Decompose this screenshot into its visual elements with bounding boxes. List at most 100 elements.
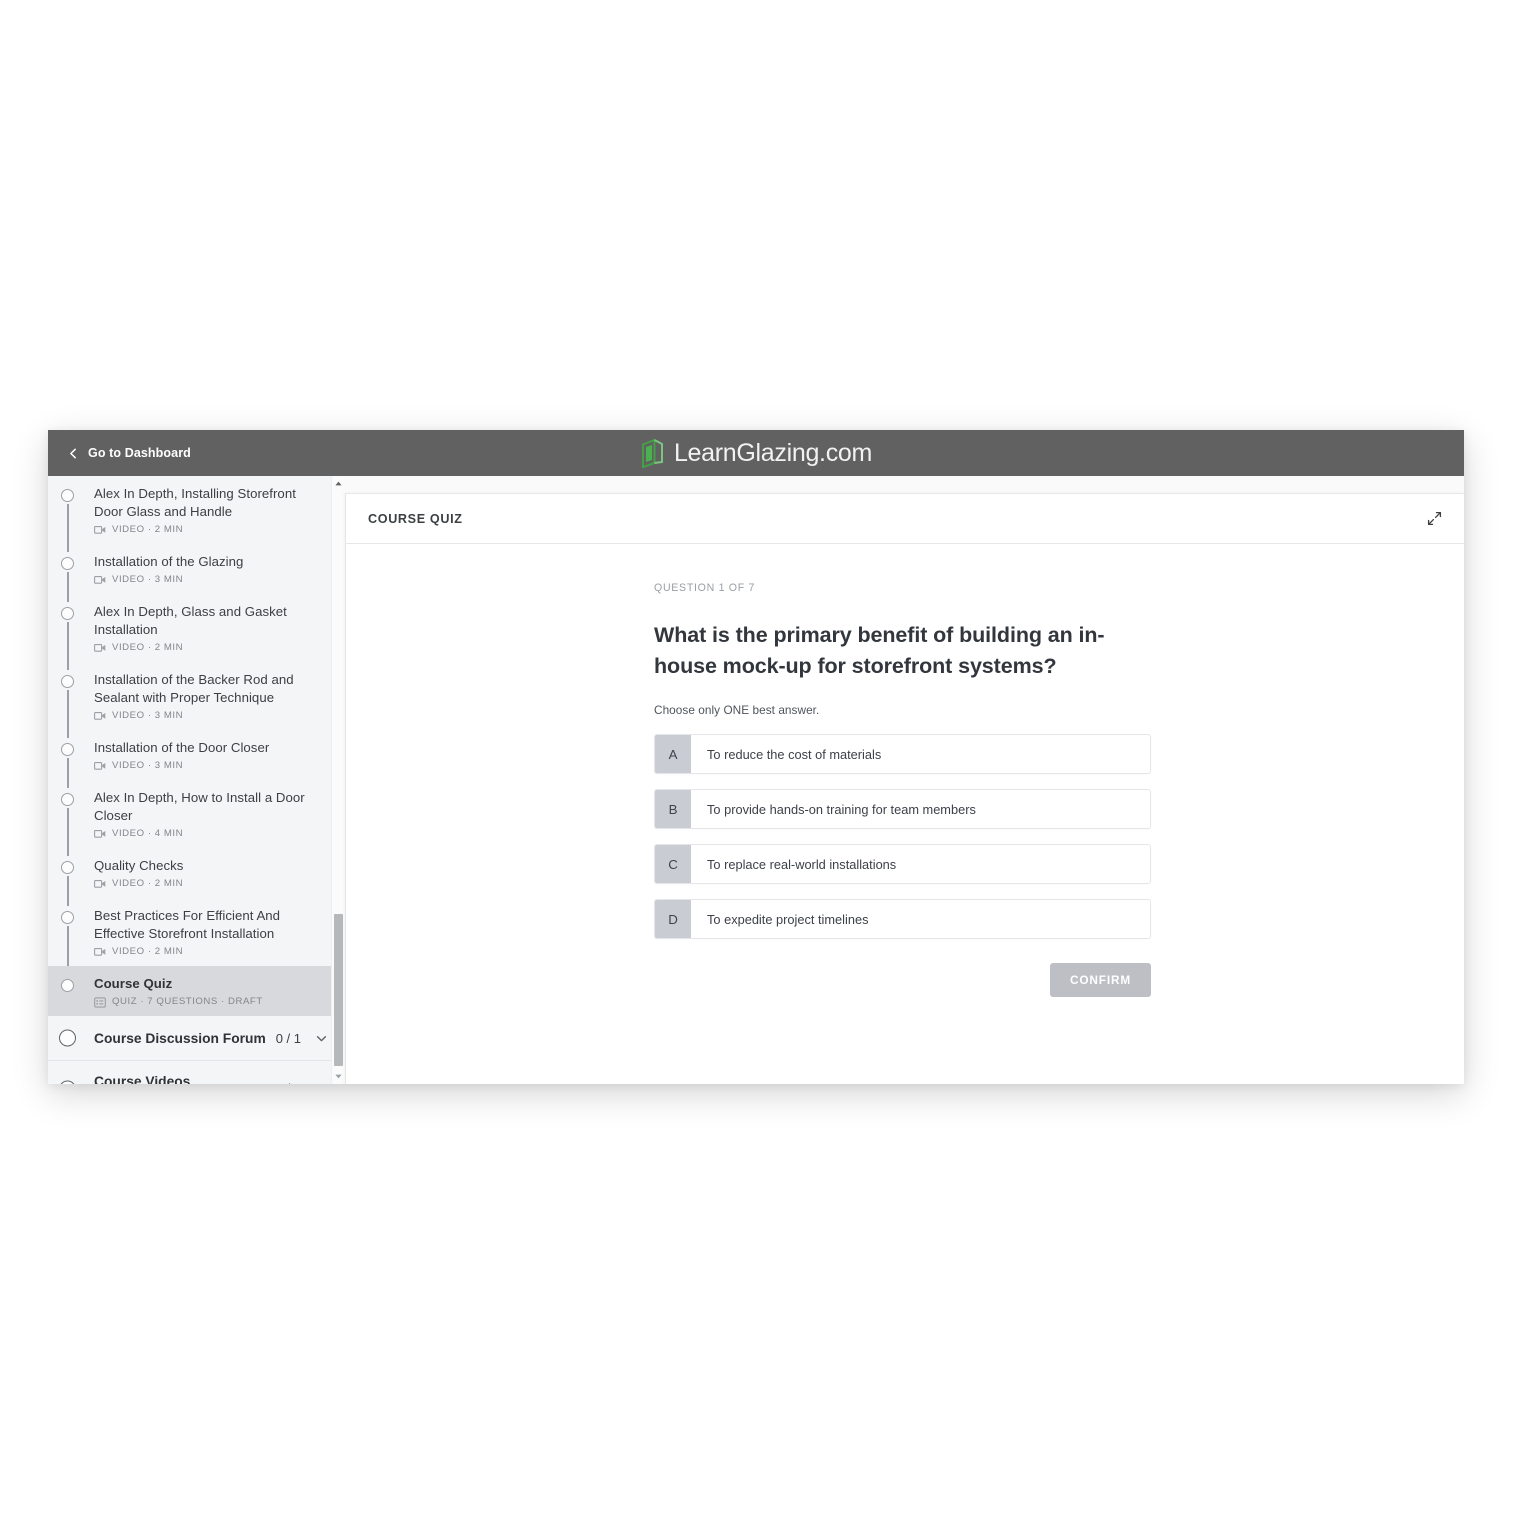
brand-text: LearnGlazing.com xyxy=(673,438,873,467)
scroll-up-arrow-icon[interactable] xyxy=(332,477,344,490)
top-bar: Go to Dashboard LearnGlazing.com xyxy=(48,430,1464,476)
lesson-meta: VIDEO · 2 MIN xyxy=(94,524,328,535)
scrollbar-thumb[interactable] xyxy=(334,914,343,1066)
answer-option-d[interactable]: D To expedite project timelines xyxy=(654,899,1151,939)
video-icon xyxy=(94,643,106,653)
expand-fullscreen-icon[interactable] xyxy=(1424,509,1444,529)
list-item[interactable]: Installation of the Door Closer VIDEO · … xyxy=(48,730,344,788)
progress-circle-icon xyxy=(61,675,74,688)
question-hint: Choose only ONE best answer. xyxy=(654,703,820,717)
question-counter: QUESTION 1 OF 7 xyxy=(654,582,756,594)
chevron-down-icon[interactable] xyxy=(315,1082,328,1084)
screenshot-root: Go to Dashboard LearnGlazing.com Alex In… xyxy=(0,0,1520,1520)
video-icon xyxy=(94,829,106,839)
quiz-content: QUESTION 1 OF 7 What is the primary bene… xyxy=(654,582,1151,997)
list-item[interactable]: Alex In Depth, Installing Storefront Doo… xyxy=(48,476,344,552)
lesson-title: Installation of the Glazing xyxy=(94,554,244,569)
progress-circle-icon xyxy=(61,861,74,874)
sidebar-item-course-videos[interactable]: Course Videos DRAFT 0 / 0 xyxy=(48,1060,344,1084)
quiz-icon xyxy=(94,996,106,1008)
lesson-title: Course Quiz xyxy=(94,976,173,991)
answer-letter-badge: B xyxy=(655,790,691,828)
video-icon xyxy=(94,879,106,889)
progress-circle-icon xyxy=(61,979,74,992)
go-to-dashboard-label: Go to Dashboard xyxy=(88,446,191,460)
progress-circle-icon xyxy=(61,743,74,756)
lesson-title: Alex In Depth, Installing Storefront Doo… xyxy=(94,486,296,519)
chevron-left-icon xyxy=(68,448,79,459)
lesson-title: Installation of the Door Closer xyxy=(94,740,270,755)
scroll-down-arrow-icon[interactable] xyxy=(332,1070,344,1083)
progress-circle-icon xyxy=(61,489,74,502)
go-to-dashboard-link[interactable]: Go to Dashboard xyxy=(68,446,191,460)
section-title: Course Videos xyxy=(94,1074,191,1084)
section-title: Course Discussion Forum xyxy=(94,1030,266,1046)
lesson-meta: VIDEO · 4 MIN xyxy=(94,828,328,839)
answer-text: To provide hands-on training for team me… xyxy=(707,801,976,817)
lesson-meta-text: VIDEO · 4 MIN xyxy=(112,828,184,839)
page-title: COURSE QUIZ xyxy=(368,511,463,526)
list-item[interactable]: Alex In Depth, How to Install a Door Clo… xyxy=(48,780,344,856)
lesson-title: Quality Checks xyxy=(94,858,184,873)
lesson-title: Alex In Depth, Glass and Gasket Installa… xyxy=(94,604,287,637)
lesson-title: Alex In Depth, How to Install a Door Clo… xyxy=(94,790,305,823)
app-window: Go to Dashboard LearnGlazing.com Alex In… xyxy=(48,430,1464,1084)
lesson-meta: VIDEO · 3 MIN xyxy=(94,710,328,721)
video-icon xyxy=(94,761,106,771)
video-icon xyxy=(94,575,106,585)
question-text: What is the primary benefit of building … xyxy=(654,623,1105,678)
sidebar-item-course-quiz[interactable]: Course Quiz QUIZ · 7 QUESTIONS · DRAFT xyxy=(48,966,344,1016)
lesson-meta-text: VIDEO · 3 MIN xyxy=(112,760,184,771)
quiz-body: QUESTION 1 OF 7 What is the primary bene… xyxy=(346,544,1464,997)
video-icon xyxy=(94,525,106,535)
answer-letter-badge: C xyxy=(655,845,691,883)
answer-letter-badge: D xyxy=(655,900,691,938)
course-outline-sidebar: Alex In Depth, Installing Storefront Doo… xyxy=(48,476,344,1084)
section-progress-count: 0 / 1 xyxy=(275,1030,301,1046)
progress-circle-icon xyxy=(61,911,74,924)
lesson-meta: VIDEO · 3 MIN xyxy=(94,574,328,585)
window-body: Alex In Depth, Installing Storefront Doo… xyxy=(48,476,1464,1084)
answer-option-b[interactable]: B To provide hands-on training for team … xyxy=(654,789,1151,829)
panel-header: COURSE QUIZ xyxy=(346,494,1464,544)
learnglazing-logo-icon xyxy=(640,438,665,468)
lesson-meta: VIDEO · 2 MIN xyxy=(94,642,328,653)
progress-circle-icon xyxy=(61,557,74,570)
quiz-panel: COURSE QUIZ QUESTION 1 OF 7 What is the … xyxy=(345,493,1464,1084)
answer-text: To replace real-world installations xyxy=(707,856,897,872)
section-progress-count: 0 / 0 xyxy=(276,1081,301,1084)
lesson-meta: VIDEO · 3 MIN xyxy=(94,760,328,771)
list-item[interactable]: Alex In Depth, Glass and Gasket Installa… xyxy=(48,594,344,670)
answer-option-a[interactable]: A To reduce the cost of materials xyxy=(654,734,1151,774)
answer-option-c[interactable]: C To replace real-world installations xyxy=(654,844,1151,884)
chevron-down-icon[interactable] xyxy=(315,1032,328,1045)
lesson-meta: VIDEO · 2 MIN xyxy=(94,946,328,957)
lesson-meta-text: QUIZ · 7 QUESTIONS · DRAFT xyxy=(112,996,263,1007)
progress-circle-icon xyxy=(59,1080,76,1084)
section-label-col: Course Discussion Forum xyxy=(94,1030,276,1047)
section-label-col: Course Videos DRAFT xyxy=(94,1073,276,1084)
progress-circle-icon xyxy=(59,1029,76,1047)
list-item[interactable]: Installation of the Glazing VIDEO · 3 MI… xyxy=(48,544,344,602)
lesson-meta-text: VIDEO · 2 MIN xyxy=(112,878,184,889)
list-item[interactable]: Quality Checks VIDEO · 2 MIN xyxy=(48,848,344,906)
lesson-meta: VIDEO · 2 MIN xyxy=(94,878,328,889)
lesson-meta-text: VIDEO · 3 MIN xyxy=(112,574,184,585)
lesson-title: Best Practices For Efficient And Effecti… xyxy=(94,908,281,941)
lesson-meta-text: VIDEO · 3 MIN xyxy=(112,710,184,721)
answer-letter-badge: A xyxy=(655,735,691,773)
sidebar-item-course-discussion-forum[interactable]: Course Discussion Forum 0 / 1 xyxy=(48,1016,344,1060)
lesson-list: Alex In Depth, Installing Storefront Doo… xyxy=(48,476,344,1084)
list-item[interactable]: Installation of the Backer Rod and Seala… xyxy=(48,662,344,738)
video-icon xyxy=(94,947,106,957)
video-icon xyxy=(94,711,106,721)
brand: LearnGlazing.com xyxy=(48,430,1464,476)
progress-circle-icon xyxy=(61,607,74,620)
list-item[interactable]: Best Practices For Efficient And Effecti… xyxy=(48,898,344,974)
answer-text: To reduce the cost of materials xyxy=(707,746,882,762)
lesson-meta-text: VIDEO · 2 MIN xyxy=(112,642,184,653)
confirm-button[interactable]: CONFIRM xyxy=(1050,963,1151,997)
answer-text: To expedite project timelines xyxy=(707,911,869,927)
sidebar-scrollbar[interactable] xyxy=(331,476,344,1084)
lesson-title: Installation of the Backer Rod and Seala… xyxy=(94,672,294,705)
